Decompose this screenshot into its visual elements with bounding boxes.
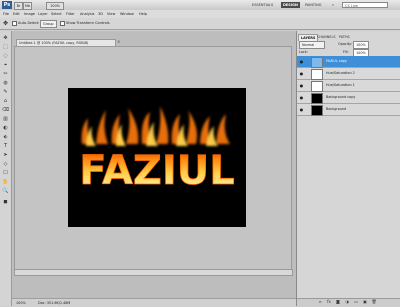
new-layer-icon[interactable]: ▣ — [362, 299, 368, 305]
layer-thumbnail — [311, 105, 323, 116]
shape-tool-icon[interactable]: ◇ — [2, 161, 9, 168]
workspace-painting[interactable]: PAINTING — [305, 2, 321, 8]
tools-panel: ✥ ⬚ ◌ ⌖ ✂ ◍ ✎ ⌂ ⌫ ▥ ◐ ⬖ T ➤ ◇ ☐ ✋ 🔍 ◼ — [0, 31, 12, 306]
menu-help[interactable]: Help — [139, 11, 147, 17]
auto-select-dropdown[interactable]: Group — [40, 20, 57, 28]
color-swatches-icon[interactable]: ◼ — [2, 199, 9, 206]
visibility-eye-icon[interactable]: ● — [299, 71, 304, 76]
3d-tool-icon[interactable]: ☐ — [2, 170, 9, 177]
menu-image[interactable]: Image — [24, 11, 35, 17]
quick-select-tool-icon[interactable]: ⌖ — [2, 62, 9, 69]
layer-row[interactable]: ● Background — [297, 104, 400, 116]
workspace-design[interactable]: DESIGN — [281, 2, 300, 8]
move-tool-icon[interactable]: ✥ — [3, 20, 8, 27]
auto-select-checkbox[interactable]: Auto-Select: — [12, 20, 39, 27]
fill-label: Fill: — [343, 50, 349, 54]
layer-thumbnail — [311, 57, 323, 68]
horizontal-scrollbar[interactable] — [14, 269, 293, 276]
new-group-icon[interactable]: ▭ — [353, 299, 359, 305]
menu-file[interactable]: File — [3, 11, 9, 17]
visibility-eye-icon[interactable]: ● — [299, 59, 304, 64]
menu-edit[interactable]: Edit — [13, 11, 20, 17]
visibility-eye-icon[interactable]: ● — [299, 107, 304, 112]
blend-mode-dropdown[interactable]: Normal — [299, 41, 326, 49]
tab-paths[interactable]: PATHS — [337, 34, 352, 40]
document-tab[interactable]: Untitled-1 @ 100% (FAZIUL copy, RGB/8) — [16, 39, 116, 46]
photoshop-logo: Ps — [2, 1, 12, 9]
layer-row[interactable]: ● FAZIUL copy — [297, 56, 400, 68]
layer-row[interactable]: ● Background copy — [297, 92, 400, 104]
transform-controls-label: Show Transform Controls — [66, 21, 110, 25]
layer-row[interactable]: ● Hue/Saturation 2 — [297, 68, 400, 80]
transform-controls-checkbox[interactable]: Show Transform Controls — [60, 20, 110, 27]
add-mask-icon[interactable]: ◙ — [335, 299, 341, 305]
crop-tool-icon[interactable]: ✂ — [2, 71, 9, 78]
eyedropper-tool-icon[interactable]: ◍ — [2, 80, 9, 87]
zoom-tool-icon[interactable]: 🔍 — [2, 188, 9, 195]
menu-view[interactable]: View — [107, 11, 115, 17]
dodge-tool-icon[interactable]: ◐ — [2, 125, 9, 132]
fire-text-artwork: FAZIUL — [79, 106, 235, 194]
menu-select[interactable]: Select — [51, 11, 62, 17]
cs-live-button[interactable]: CS Live — [342, 2, 388, 8]
layer-thumbnail — [311, 69, 323, 80]
mini-bridge-button[interactable]: Mb — [23, 2, 32, 10]
visibility-eye-icon[interactable]: ● — [299, 83, 304, 88]
options-bar: ✥ Auto-Select: Group Show Transform Cont… — [0, 18, 400, 30]
gradient-tool-icon[interactable]: ▥ — [2, 116, 9, 123]
fire-text: FAZIUL — [79, 148, 235, 194]
auto-select-label: Auto-Select: — [18, 21, 40, 25]
menu-layer[interactable]: Layer — [38, 11, 48, 17]
lock-label: Lock: — [299, 50, 308, 54]
link-layers-icon[interactable]: ∞ — [317, 299, 323, 305]
visibility-eye-icon[interactable]: ● — [299, 95, 304, 100]
opacity-label: Opacity: — [338, 42, 352, 46]
move-tool-icon[interactable]: ✥ — [2, 35, 9, 42]
artwork-canvas[interactable]: FAZIUL — [68, 88, 246, 227]
brush-tool-icon[interactable]: ✎ — [2, 89, 9, 96]
layer-name: Hue/Saturation 1 — [326, 83, 355, 87]
layer-thumbnail — [311, 93, 323, 104]
lasso-tool-icon[interactable]: ◌ — [2, 53, 9, 60]
layer-row[interactable]: ● Hue/Saturation 1 — [297, 80, 400, 92]
tab-channels[interactable]: CHANNELS — [315, 34, 338, 40]
stamp-tool-icon[interactable]: ⌂ — [2, 98, 9, 105]
bridge-button[interactable]: Br — [14, 2, 23, 10]
layer-thumbnail — [311, 81, 323, 92]
layer-name: FAZIUL copy — [326, 59, 347, 63]
zoom-level-select[interactable]: 100% — [46, 2, 64, 10]
adjustment-layer-icon[interactable]: ◑ — [344, 299, 350, 305]
checkbox-box[interactable] — [12, 20, 17, 26]
layer-name: Background copy — [326, 95, 356, 99]
checkbox-box[interactable] — [60, 20, 65, 26]
eraser-tool-icon[interactable]: ⌫ — [2, 107, 9, 114]
path-select-tool-icon[interactable]: ➤ — [2, 152, 9, 159]
workspace-more-button[interactable]: » — [332, 2, 334, 8]
hand-tool-icon[interactable]: ✋ — [2, 179, 9, 186]
type-tool-icon[interactable]: T — [2, 143, 9, 150]
trash-icon[interactable]: 🗑 — [371, 299, 377, 305]
layer-name: Background — [326, 107, 347, 111]
pen-tool-icon[interactable]: ⬖ — [2, 134, 9, 141]
layer-style-icon[interactable]: fx — [326, 299, 332, 305]
layer-name: Hue/Saturation 2 — [326, 71, 355, 75]
menu-window[interactable]: Window — [120, 11, 134, 17]
workspace-essentials[interactable]: ESSENTIALS — [252, 2, 273, 8]
menu-3d[interactable]: 3D — [98, 11, 103, 17]
menu-filter[interactable]: Filter — [66, 11, 75, 17]
menu-analysis[interactable]: Analysis — [80, 11, 94, 17]
opacity-field[interactable]: 100% — [353, 41, 369, 49]
close-icon[interactable]: × — [117, 40, 121, 44]
marquee-tool-icon[interactable]: ⬚ — [2, 44, 9, 51]
